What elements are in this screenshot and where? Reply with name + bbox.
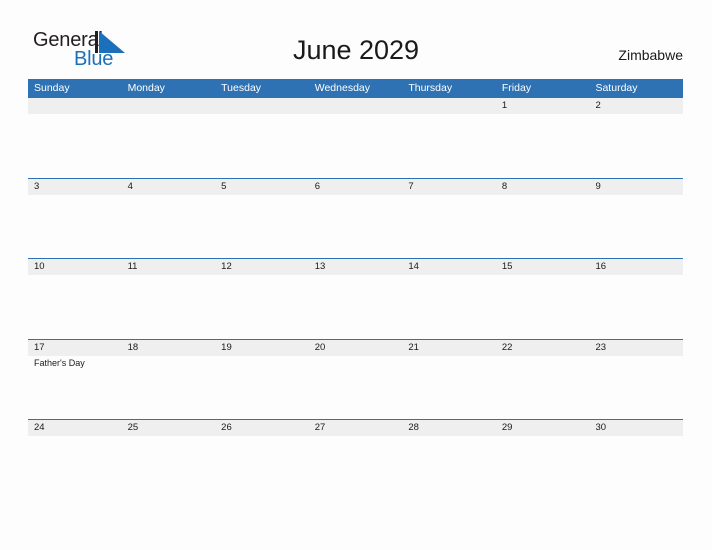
day-number[interactable]: 12: [215, 259, 309, 275]
day-cell[interactable]: [309, 356, 403, 419]
day-number[interactable]: 11: [122, 259, 216, 275]
day-number[interactable]: 27: [309, 420, 403, 436]
day-cell[interactable]: [28, 114, 122, 177]
page-title: June 2029: [292, 35, 420, 65]
day-cell[interactable]: [496, 275, 590, 338]
day-cell[interactable]: [402, 356, 496, 419]
day-cell[interactable]: [402, 195, 496, 258]
day-number[interactable]: 9: [589, 179, 683, 195]
week-event-area: [28, 194, 683, 258]
day-cell[interactable]: [496, 114, 590, 177]
day-cell[interactable]: [122, 114, 216, 177]
day-cell[interactable]: [309, 114, 403, 177]
day-number[interactable]: 14: [402, 259, 496, 275]
weekday-header-thursday: Thursday: [408, 82, 453, 94]
day-cell[interactable]: [122, 275, 216, 338]
weekday-header-sunday: Sunday: [34, 82, 70, 94]
weekday-header-saturday: Saturday: [595, 82, 638, 94]
day-cell[interactable]: [215, 356, 309, 419]
day-cell[interactable]: Father's Day: [28, 356, 122, 419]
day-number[interactable]: 21: [402, 340, 496, 356]
day-number[interactable]: 30: [589, 420, 683, 436]
page-header: General Blue June 2029 Zimbabwe: [0, 0, 712, 79]
day-cell[interactable]: [309, 275, 403, 338]
weekday-header-monday: Monday: [127, 82, 165, 94]
day-cell[interactable]: [589, 275, 683, 338]
day-cell[interactable]: [215, 436, 309, 499]
day-number[interactable]: [122, 98, 216, 114]
day-cell[interactable]: [122, 356, 216, 419]
week-event-area: [28, 275, 683, 338]
day-cell[interactable]: [28, 436, 122, 499]
week-event-area: [28, 114, 683, 177]
day-number[interactable]: 26: [215, 420, 309, 436]
country-label: Zimbabwe: [618, 47, 683, 63]
week-row: 1 2: [28, 97, 683, 178]
day-number[interactable]: 10: [28, 259, 122, 275]
day-cell[interactable]: [402, 436, 496, 499]
week-event-area: [28, 436, 683, 499]
day-cell[interactable]: [496, 195, 590, 258]
weekday-header-row: Sunday Monday Tuesday Wednesday Thursday…: [28, 79, 683, 97]
day-cell[interactable]: [589, 114, 683, 177]
week-row: 10 11 12 13 14 15 16: [28, 258, 683, 339]
day-cell[interactable]: [402, 114, 496, 177]
day-cell[interactable]: [309, 195, 403, 258]
day-number[interactable]: 18: [122, 340, 216, 356]
day-cell[interactable]: [215, 195, 309, 258]
day-cell[interactable]: [309, 436, 403, 499]
day-number[interactable]: 1: [496, 98, 590, 114]
day-number[interactable]: 8: [496, 179, 590, 195]
day-cell[interactable]: [402, 275, 496, 338]
week-daynumber-band: 1 2: [28, 97, 683, 114]
day-cell[interactable]: [496, 436, 590, 499]
day-number[interactable]: 15: [496, 259, 590, 275]
day-number[interactable]: 25: [122, 420, 216, 436]
day-cell[interactable]: [122, 436, 216, 499]
day-number[interactable]: 2: [589, 98, 683, 114]
week-daynumber-band: 10 11 12 13 14 15 16: [28, 258, 683, 275]
day-number[interactable]: 13: [309, 259, 403, 275]
day-number[interactable]: 5: [215, 179, 309, 195]
day-number[interactable]: 7: [402, 179, 496, 195]
calendar-grid: Sunday Monday Tuesday Wednesday Thursday…: [28, 79, 683, 500]
calendar-page: General Blue June 2029 Zimbabwe Sunday M…: [0, 0, 712, 550]
day-number[interactable]: 24: [28, 420, 122, 436]
day-number[interactable]: 28: [402, 420, 496, 436]
day-number[interactable]: 4: [122, 179, 216, 195]
day-number[interactable]: 23: [589, 340, 683, 356]
day-number[interactable]: [215, 98, 309, 114]
day-number[interactable]: 20: [309, 340, 403, 356]
day-cell[interactable]: [28, 275, 122, 338]
day-number[interactable]: [28, 98, 122, 114]
day-cell[interactable]: [496, 356, 590, 419]
week-daynumber-band: 17 18 19 20 21 22 23: [28, 338, 683, 356]
day-cell[interactable]: [122, 195, 216, 258]
week-row: 3 4 5 6 7 8 9: [28, 177, 683, 259]
week-daynumber-band: 3 4 5 6 7 8 9: [28, 177, 683, 195]
day-number[interactable]: 22: [496, 340, 590, 356]
day-number[interactable]: 16: [589, 259, 683, 275]
day-number[interactable]: 17: [28, 340, 122, 356]
day-number[interactable]: 19: [215, 340, 309, 356]
week-row: 24 25 26 27 28 29 30: [28, 419, 683, 500]
weekday-header-wednesday: Wednesday: [314, 82, 370, 94]
day-cell[interactable]: [215, 114, 309, 177]
day-number[interactable]: 6: [309, 179, 403, 195]
day-cell[interactable]: [589, 436, 683, 499]
day-number[interactable]: 3: [28, 179, 122, 195]
day-cell[interactable]: [589, 356, 683, 419]
weekday-header-friday: Friday: [501, 82, 532, 94]
day-number[interactable]: [309, 98, 403, 114]
day-cell[interactable]: [215, 275, 309, 338]
day-number[interactable]: [402, 98, 496, 114]
day-cell[interactable]: [28, 195, 122, 258]
weekday-header-tuesday: Tuesday: [221, 82, 262, 94]
week-event-area: Father's Day: [28, 355, 683, 419]
week-daynumber-band: 24 25 26 27 28 29 30: [28, 419, 683, 436]
day-cell[interactable]: [589, 195, 683, 258]
day-event: Father's Day: [34, 357, 85, 368]
day-number[interactable]: 29: [496, 420, 590, 436]
week-row: 17 18 19 20 21 22 23 Father's Day: [28, 338, 683, 420]
